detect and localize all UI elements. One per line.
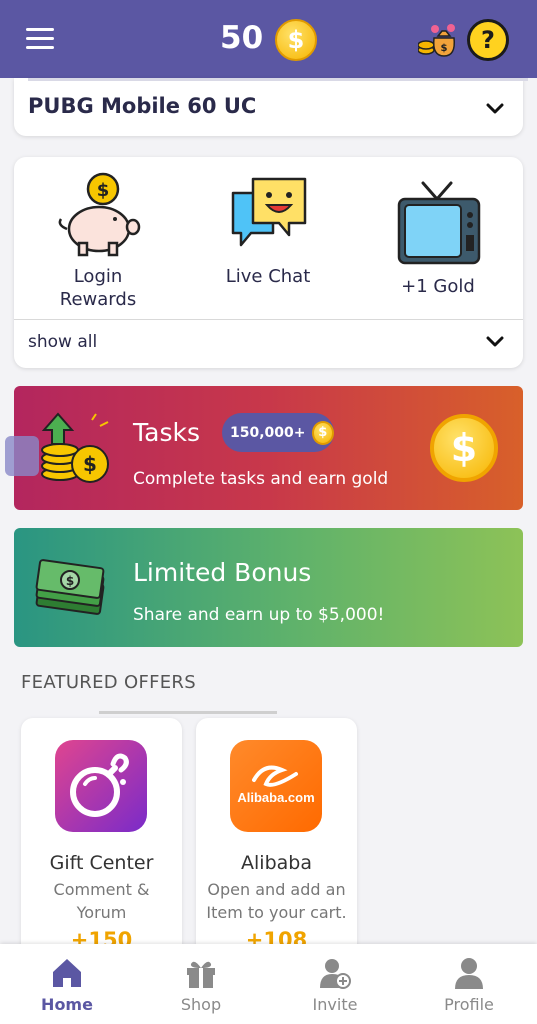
offer-desc-line-2: Item to your cart. xyxy=(206,903,347,922)
cash-stack-icon: $ xyxy=(35,559,105,615)
svg-text:$: $ xyxy=(97,180,110,201)
offer-name: Alibaba xyxy=(241,852,312,874)
coin-icon: $ xyxy=(311,420,334,445)
features-card: $ Login Rewards Live Chat +1 Gold show a… xyxy=(14,157,523,368)
alibaba-logo-icon: Alibaba.com xyxy=(237,765,315,805)
app-header: 50 $ $ ? xyxy=(0,0,537,78)
offer-desc-line-1: Comment & xyxy=(53,880,150,899)
alibaba-logo-text: Alibaba.com xyxy=(237,790,314,805)
piggy-bank-icon: $ xyxy=(58,172,141,257)
bottom-navigation: Home Shop Invite Profile xyxy=(0,944,537,1024)
live-chat-item[interactable]: Live Chat xyxy=(218,171,318,288)
nav-invite-label: Invite xyxy=(312,995,358,1014)
tv-icon xyxy=(397,181,481,265)
plus-gold-label: +1 Gold xyxy=(401,276,475,297)
nav-home-label: Home xyxy=(41,995,93,1014)
person-icon xyxy=(455,958,483,989)
add-user-icon xyxy=(320,959,351,989)
tasks-banner[interactable]: $ Tasks 150,000+ $ Complete tasks and ea… xyxy=(14,386,523,510)
login-rewards-label-2: Rewards xyxy=(59,289,137,310)
coin-stack-icon: $ xyxy=(41,412,109,483)
offer-name: Gift Center xyxy=(49,852,154,874)
limited-bonus-banner[interactable]: $ Limited Bonus Share and earn up to $5,… xyxy=(14,528,523,647)
svg-text:$: $ xyxy=(441,43,448,54)
svg-text:$: $ xyxy=(66,574,74,588)
limited-bonus-subtitle: Share and earn up to $5,000! xyxy=(133,605,385,625)
gift-center-logo xyxy=(55,740,147,832)
svg-text:$: $ xyxy=(83,452,97,476)
nav-shop[interactable]: Shop xyxy=(134,944,268,1024)
home-icon xyxy=(53,959,81,987)
chat-bubbles-icon xyxy=(231,177,307,247)
plus-gold-item[interactable]: +1 Gold xyxy=(388,181,488,298)
login-rewards-item[interactable]: $ Login Rewards xyxy=(48,171,148,311)
coin-balance: 50 xyxy=(220,20,264,56)
offer-description: Open and add an Item to your cart. xyxy=(204,878,349,924)
big-coin-icon: $ xyxy=(430,414,498,482)
tasks-subtitle: Complete tasks and earn gold xyxy=(133,469,389,489)
menu-icon[interactable] xyxy=(26,28,54,50)
tasks-badge-text: 150,000+ xyxy=(230,424,306,441)
live-chat-label: Live Chat xyxy=(225,266,311,287)
moneybag-icon[interactable]: $ xyxy=(418,20,462,60)
nav-profile-label: Profile xyxy=(444,995,494,1014)
offer-description: Comment & Yorum xyxy=(29,878,174,924)
chevron-down-icon xyxy=(486,103,504,114)
chevron-down-icon[interactable] xyxy=(486,333,504,351)
tasks-title: Tasks xyxy=(133,418,200,447)
bomb-logo-icon xyxy=(70,753,129,817)
offer-desc-line-1: Open and add an xyxy=(207,880,346,899)
limited-bonus-title: Limited Bonus xyxy=(133,558,312,587)
selected-game: PUBG Mobile 60 UC xyxy=(28,94,257,118)
featured-offers-title: FEATURED OFFERS xyxy=(21,672,196,693)
show-all-link[interactable]: show all xyxy=(28,332,97,352)
login-rewards-label-1: Login xyxy=(73,266,123,287)
help-icon[interactable]: ? xyxy=(467,19,509,61)
alibaba-logo: Alibaba.com xyxy=(230,740,322,832)
offer-desc-line-2: Yorum xyxy=(76,903,127,922)
nav-profile[interactable]: Profile xyxy=(402,944,536,1024)
offer-card-gift-center[interactable]: Gift Center Comment & Yorum +150 xyxy=(21,718,182,958)
gift-icon xyxy=(187,961,215,988)
tasks-badge: 150,000+ $ xyxy=(222,413,334,452)
features-divider xyxy=(14,319,523,320)
coin-icon: $ xyxy=(275,19,317,61)
game-select-dropdown[interactable]: PUBG Mobile 60 UC xyxy=(14,78,528,136)
nav-shop-label: Shop xyxy=(180,995,222,1014)
offers-scroll-indicator xyxy=(99,711,277,714)
offer-card-alibaba[interactable]: Alibaba.com Alibaba Open and add an Item… xyxy=(196,718,357,958)
side-tab-handle[interactable] xyxy=(5,436,39,476)
nav-home[interactable]: Home xyxy=(0,944,134,1024)
dropdown-strip xyxy=(28,78,528,81)
nav-invite[interactable]: Invite xyxy=(268,944,402,1024)
